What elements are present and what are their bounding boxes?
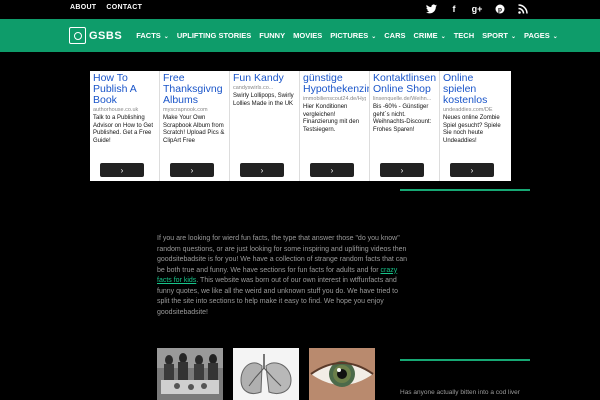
thumbnail-vintage-photo[interactable] [157, 348, 223, 400]
pinterest-icon[interactable]: p [493, 2, 507, 16]
main-nav: GSBS FACTS ⌄ UPLIFTING STORIES FUNNY MOVIES P… [0, 19, 600, 52]
ad-unit[interactable]: Free Thanksgivng Albums myscrapnook.com Ma… [160, 71, 230, 181]
ad-arrow-button[interactable]: › [240, 163, 284, 177]
ad-headline[interactable]: Fun Kandy [233, 73, 296, 84]
chevron-down-icon: ⌄ [371, 34, 377, 40]
top-links: ABOUT CONTACT [70, 4, 142, 11]
nav-item-sport[interactable]: SPORT ⌄ [482, 31, 516, 40]
ad-source: candyswirls.co... [233, 85, 274, 91]
ad-source: immobilienscout24.de/Hypot... [303, 96, 366, 102]
intro-text: If you are looking for wierd fun facts, … [157, 235, 408, 274]
intro-paragraph: If you are looking for wierd fun facts, … [157, 234, 412, 318]
nav-item-pages[interactable]: PAGES ⌄ [524, 31, 558, 40]
ad-body: Neues online Zombie Spiel gesucht? Spiel… [443, 115, 501, 144]
thumbnail-lungs[interactable] [233, 348, 299, 400]
nav-item-label: SPORT [482, 31, 508, 40]
rss-icon[interactable] [516, 2, 530, 16]
nav-item-pictures[interactable]: PICTURES ⌄ [330, 31, 376, 40]
ad-source: myscrapnook.com [163, 107, 208, 113]
ad-unit[interactable]: Kontaktlinsen Online Shop linsenquelle.de… [370, 71, 440, 181]
chevron-down-icon: ⌄ [552, 34, 558, 40]
top-bar: ABOUT CONTACT f g+ p [0, 0, 600, 19]
ad-body: Swirly Lollipops, Swirly Lollies Made in… [233, 93, 294, 107]
twitter-icon[interactable] [424, 2, 438, 16]
ad-unit[interactable]: günstige Hypothekenzinsenimmobilienscout… [300, 71, 370, 181]
ad-unit[interactable]: Fun Kandy candyswirls.co... Swirly Lollipo… [230, 71, 300, 181]
nav-item-uplifting-stories[interactable]: UPLIFTING STORIES [177, 31, 251, 40]
sidebar-teaser[interactable]: Has anyone actually bitten into a cod li… [400, 389, 520, 396]
nav-item-facts[interactable]: FACTS ⌄ [136, 31, 169, 40]
ad-arrow-button[interactable]: › [100, 163, 144, 177]
sidebar-divider [400, 189, 530, 191]
chevron-down-icon: ⌄ [163, 34, 169, 40]
nav-item-movies[interactable]: MOVIES [293, 31, 322, 40]
nav-item-label: CARS [384, 31, 406, 40]
facebook-icon[interactable]: f [447, 2, 461, 16]
ad-arrow-button[interactable]: › [380, 163, 424, 177]
nav-item-label: FACTS [136, 31, 161, 40]
ad-body: Talk to a Publishing Advisor on How to G… [93, 115, 154, 144]
thumbnails [157, 348, 375, 400]
ad-headline[interactable]: Online spielen kostenlos [443, 73, 507, 106]
ad-headline[interactable]: How To Publish A Book [93, 73, 156, 106]
contact-link[interactable]: CONTACT [106, 4, 142, 11]
nav-item-label: MOVIES [293, 31, 323, 40]
nav-items: FACTS ⌄ UPLIFTING STORIES FUNNY MOVIES PICTUR… [136, 31, 558, 40]
nav-item-funny[interactable]: FUNNY [259, 31, 285, 40]
site-logo[interactable]: GSBS [69, 27, 122, 44]
ad-block: How To Publish A Book authorhouse.co.uk Ta… [90, 71, 511, 181]
sidebar-divider [400, 359, 530, 361]
nav-item-label: FUNNY [259, 31, 286, 40]
chevron-down-icon: ⌄ [510, 34, 517, 40]
ad-body: Make Your Own Scrapbook Album from Scrat… [163, 115, 225, 144]
thumbnail-eye[interactable] [309, 348, 375, 400]
ad-source: undeaddies.com/DE [443, 107, 493, 113]
nav-item-label: UPLIFTING STORIES [176, 31, 252, 40]
ad-arrow-button[interactable]: › [170, 163, 214, 177]
ad-arrow-button[interactable]: › [310, 163, 354, 177]
ad-headline[interactable]: Kontaktlinsen Online Shop [373, 73, 436, 95]
ad-unit[interactable]: Online spielen kostenlos undeaddies.com/D… [440, 71, 510, 181]
nav-item-label: PICTURES [330, 31, 369, 40]
logo-icon [69, 27, 86, 44]
ad-arrow-button[interactable]: › [450, 163, 494, 177]
about-link[interactable]: ABOUT [70, 4, 96, 11]
social-icons: f g+ p [424, 2, 530, 16]
ad-headline[interactable]: Free Thanksgivng Albums [163, 73, 226, 106]
chevron-down-icon: ⌄ [440, 34, 446, 40]
ad-unit[interactable]: How To Publish A Book authorhouse.co.uk Ta… [90, 71, 160, 181]
nav-item-crime[interactable]: CRIME ⌄ [414, 31, 446, 40]
svg-text:p: p [498, 6, 502, 13]
nav-item-tech[interactable]: TECH [454, 31, 474, 40]
ad-body: Hier Konditionen vergleichen! Finanzieru… [303, 104, 360, 133]
ad-body: Bis -60% - Günstiger geht´s nicht. Weihn… [373, 104, 432, 133]
nav-item-label: CRIME [413, 31, 438, 40]
nav-item-label: TECH [453, 31, 475, 40]
ad-headline[interactable]: günstige Hypothekenzinsen [303, 73, 369, 95]
ad-source: linsenquelle.de/Weihn... [373, 96, 432, 102]
logo-text: GSBS [89, 29, 123, 42]
nav-item-label: PAGES [524, 31, 550, 40]
google-plus-icon[interactable]: g+ [470, 2, 484, 16]
ad-source: authorhouse.co.uk [93, 107, 139, 113]
nav-item-cars[interactable]: CARS [384, 31, 405, 40]
